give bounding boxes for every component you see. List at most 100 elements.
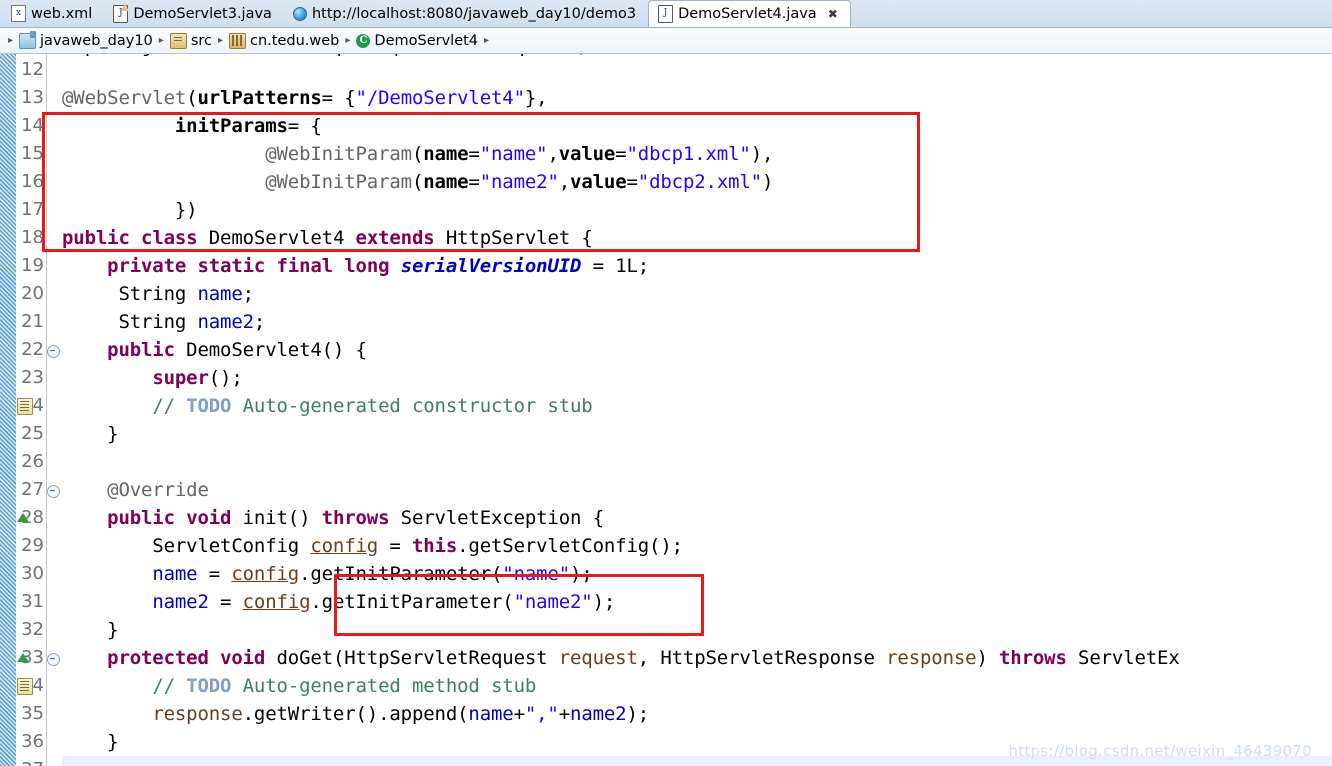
code-line[interactable]: @WebServlet(urlPatterns= {"/DemoServlet4… (62, 84, 548, 112)
line-number: 29 (21, 535, 44, 556)
editor-tab-1[interactable]: J DemoServlet3.java (104, 0, 284, 27)
code-token: + (558, 703, 571, 725)
code-token: ServletConfig (62, 535, 311, 557)
code-token: request (558, 647, 638, 669)
override-method-marker-icon[interactable] (17, 653, 29, 662)
breadcrumb-item-0[interactable]: javaweb_day10 (19, 30, 153, 49)
code-token: ; (242, 283, 254, 305)
code-token: long (344, 255, 390, 277)
code-token: } (62, 731, 119, 753)
code-token: Auto-generated method stub (231, 675, 537, 697)
editor-tab-label: http://localhost:8080/javaweb_day10/demo… (311, 5, 637, 22)
code-token: doGet(HttpServletRequest (265, 647, 559, 669)
code-token: = (197, 563, 232, 585)
code-line[interactable]: String name2; (62, 308, 265, 336)
code-line[interactable]: } (62, 616, 118, 644)
breadcrumb-separator-icon: ▸ (217, 35, 224, 46)
code-token: ( (411, 143, 424, 165)
code-line[interactable]: } (62, 420, 118, 448)
code-token: = (615, 143, 627, 165)
code-token: ), (750, 143, 774, 165)
code-line[interactable]: ServletConfig config = this.getServletCo… (62, 532, 683, 560)
code-line[interactable]: protected void doGet(HttpServletRequest … (62, 644, 1180, 672)
code-line[interactable]: @WebInitParam(name="name2",value="dbcp2.… (62, 168, 773, 196)
fold-collapse-icon[interactable] (47, 345, 60, 358)
code-line[interactable]: response.getWriter().append(name+","+nam… (62, 700, 649, 728)
override-method-marker-icon[interactable] (17, 513, 29, 522)
code-line[interactable]: initParams= { (62, 112, 322, 140)
code-token: + (513, 703, 525, 725)
line-number: 32 (21, 619, 44, 640)
code-line[interactable]: public DemoServlet4() { (62, 336, 367, 364)
breadcrumb-item-3[interactable]: C DemoServlet4 (356, 33, 478, 49)
code-line[interactable]: @Override (62, 476, 209, 504)
code-line[interactable]: // TODO Auto-generated constructor stub (62, 392, 592, 420)
code-token: TODO (186, 395, 232, 417)
code-token: DemoServlet4 (197, 227, 356, 249)
editor-tab-0[interactable]: x web.xml (2, 0, 104, 27)
breadcrumb-item-label: DemoServlet4 (374, 32, 479, 49)
code-line[interactable]: // TODO Auto-generated method stub (62, 672, 536, 700)
breadcrumb-item-1[interactable]: src (169, 32, 212, 49)
code-token: HttpServlet { (434, 227, 593, 249)
code-token: name (152, 563, 198, 585)
code-token: config (242, 591, 311, 613)
breadcrumb-item-2[interactable]: cn.tedu.web (229, 32, 340, 49)
breadcrumb-separator-icon: ▸ (484, 35, 490, 46)
editor-tab-label: DemoServlet4.java (678, 6, 817, 22)
breadcrumb-separator-icon: ▸ (345, 35, 351, 46)
code-token: "name2" (513, 591, 593, 613)
code-line[interactable]: @WebInitParam(name="name",value="dbcp1.x… (62, 140, 773, 168)
breadcrumb: ▸ javaweb_day10 ▸ src ▸ cn.tedu.web ▸ C DemoServ… (0, 28, 1332, 54)
close-icon[interactable]: ✖ (828, 8, 838, 20)
code-token: "name2" (479, 171, 559, 193)
todo-task-marker-icon[interactable] (17, 678, 33, 695)
line-number: 21 (21, 311, 44, 332)
code-line[interactable]: }) (62, 196, 198, 224)
xml-file-icon: x (11, 5, 26, 22)
code-line[interactable]: } (62, 728, 118, 756)
code-token: "dbcp2.xml" (637, 171, 762, 193)
code-token: serialVersionUID (400, 255, 582, 277)
code-token: = (626, 171, 638, 193)
code-token: static (197, 255, 266, 277)
line-number: 25 (21, 423, 44, 444)
code-token: name (423, 171, 469, 193)
editor-tab-2[interactable]: http://localhost:8080/javaweb_day10/demo… (284, 0, 648, 27)
code-line[interactable]: name = config.getInitParameter("name"); (62, 560, 592, 588)
code-line[interactable]: String name; (62, 280, 254, 308)
code-editor[interactable]: import javax.servlet.http.HttpServletRes… (0, 54, 1332, 766)
code-token: @WebInitParam (265, 143, 412, 165)
code-line[interactable]: public class DemoServlet4 extends HttpSe… (62, 224, 593, 252)
code-token: name2 (152, 591, 209, 613)
editor-tab-3[interactable]: J DemoServlet4.java ✖ (648, 0, 851, 27)
code-token: void (186, 507, 232, 529)
fold-collapse-icon[interactable] (47, 485, 60, 498)
breadcrumb-item-label: cn.tedu.web (250, 32, 340, 49)
code-token: .getInitParameter( (310, 591, 514, 613)
line-number: 15 (21, 143, 44, 164)
editor-tab-bar: x web.xml J DemoServlet3.java http://localho… (0, 0, 1332, 28)
code-line[interactable]: super(); (62, 364, 242, 392)
code-token: @WebInitParam (265, 171, 412, 193)
annotation-ruler[interactable] (0, 54, 17, 766)
code-token: ); (592, 591, 616, 613)
code-line[interactable]: name2 = config.getInitParameter("name2")… (62, 588, 615, 616)
line-number: 22 (21, 339, 44, 360)
fold-collapse-icon[interactable] (47, 653, 60, 666)
package-icon (229, 32, 247, 49)
todo-task-marker-icon[interactable] (17, 398, 33, 415)
code-token: = (468, 171, 480, 193)
code-token: "/DemoServlet4" (355, 87, 525, 109)
code-line[interactable]: public void init() throws ServletExcepti… (62, 504, 604, 532)
code-line[interactable]: private static final long serialVersionU… (62, 252, 649, 280)
code-token: = (378, 535, 412, 557)
